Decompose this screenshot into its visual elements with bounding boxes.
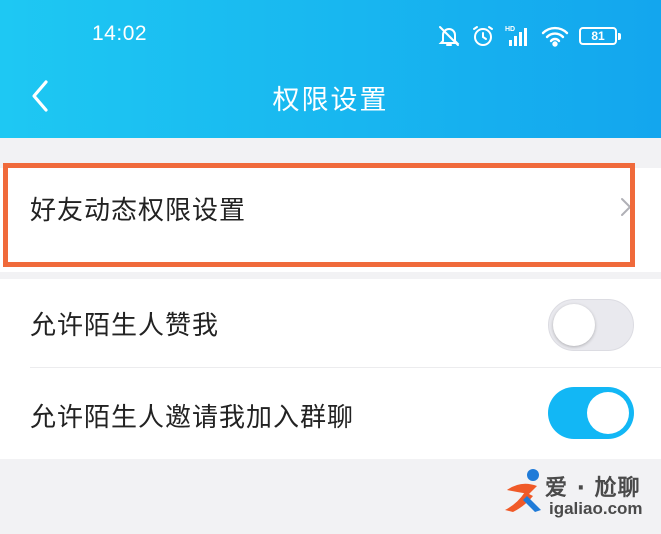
allow-stranger-likes-label: 允许陌生人赞我 xyxy=(30,311,220,341)
alarm-icon xyxy=(471,24,495,48)
page-title: 权限设置 xyxy=(272,85,389,116)
status-time: 14:02 xyxy=(92,22,148,45)
allow-stranger-group-invite-row: 允许陌生人邀请我加入群聊 xyxy=(0,367,661,459)
allow-stranger-likes-toggle[interactable] xyxy=(548,299,634,351)
hd-signal-icon: HD xyxy=(505,24,531,48)
status-icons: HD 81 xyxy=(437,20,621,52)
bell-off-icon xyxy=(437,24,461,48)
toggle-knob xyxy=(587,392,629,434)
friend-moments-permission-row[interactable]: 好友动态权限设置 xyxy=(0,168,661,272)
watermark-logo: 爱 · 尬聊 igaliao.com xyxy=(503,466,658,526)
svg-text:HD: HD xyxy=(505,26,515,33)
friend-moments-permission-label: 好友动态权限设置 xyxy=(30,196,247,226)
allow-stranger-group-invite-toggle[interactable] xyxy=(548,387,634,439)
battery-icon: 81 xyxy=(579,27,621,45)
allow-stranger-likes-row: 允许陌生人赞我 xyxy=(0,279,661,367)
toggle-knob xyxy=(553,304,595,346)
runner-logo-icon xyxy=(505,469,541,512)
row-divider xyxy=(30,367,661,368)
header-bar: 14:02 HD 81 权限设置 xyxy=(0,0,661,138)
watermark-url: igaliao.com xyxy=(549,499,643,518)
chevron-right-icon xyxy=(621,198,631,216)
allow-stranger-group-invite-label: 允许陌生人邀请我加入群聊 xyxy=(30,403,355,433)
watermark-text: 爱 · 尬聊 xyxy=(545,476,641,501)
wifi-icon xyxy=(541,25,569,47)
